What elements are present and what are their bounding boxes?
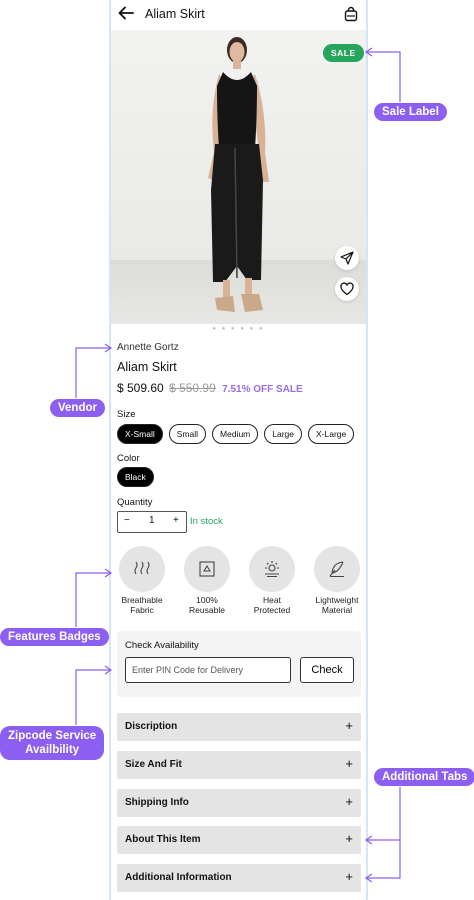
- annotation-zipcode: Zipcode Service Availbility: [0, 726, 105, 760]
- annotation-additional-tabs: Additional Tabs: [374, 768, 474, 786]
- annotation-vendor: Vendor: [50, 399, 105, 417]
- annotation-sale-label: Sale Label: [374, 103, 447, 121]
- annotation-features-badges: Features Badges: [0, 628, 109, 646]
- annotation-connectors: [75, 47, 401, 883]
